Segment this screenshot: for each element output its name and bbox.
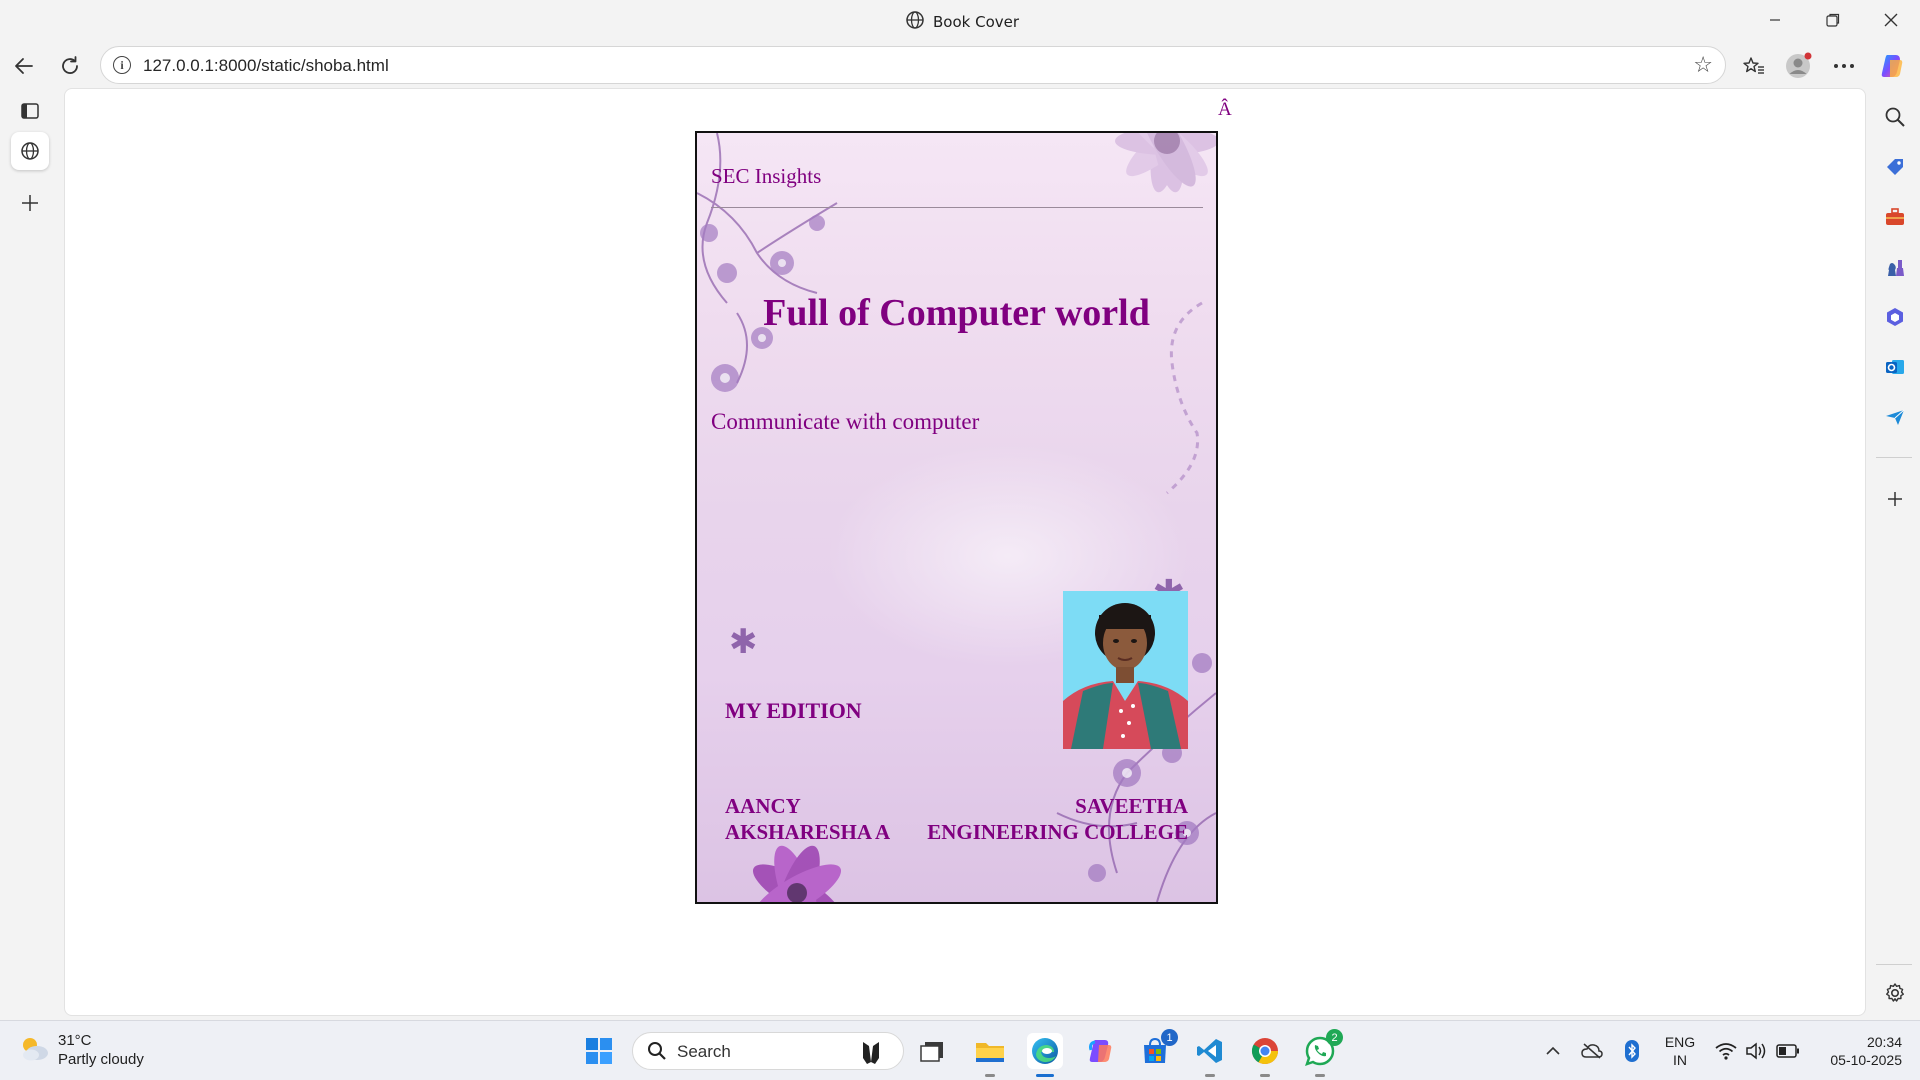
site-info-icon[interactable]: i xyxy=(113,56,131,74)
running-indicator xyxy=(1036,1074,1054,1077)
publisher-name: SEC Insights xyxy=(711,164,822,188)
clock[interactable]: 20:34 05-10-2025 xyxy=(1812,1033,1902,1069)
search-icon[interactable] xyxy=(1882,104,1908,130)
window-title: Book Cover xyxy=(905,10,1019,34)
back-icon[interactable] xyxy=(6,48,42,84)
taskbar: 31°C Partly cloudy Search 1 2 ENG IN 20:… xyxy=(0,1020,1920,1080)
author-name: AANCY AKSHARESHA A xyxy=(725,793,890,845)
weather-condition: Partly cloudy xyxy=(58,1051,144,1068)
partly-cloudy-icon xyxy=(18,1033,50,1067)
tab-book-cover[interactable] xyxy=(11,132,49,170)
book-subtitle: Communicate with computer xyxy=(711,409,980,434)
refresh-icon[interactable] xyxy=(52,48,88,84)
running-indicator xyxy=(985,1074,995,1077)
college-line-1: SAVEETHA xyxy=(1075,794,1188,818)
microsoft365-icon[interactable] xyxy=(1882,304,1908,330)
language-indicator[interactable]: ENG IN xyxy=(1660,1033,1700,1069)
taskbar-search[interactable]: Search xyxy=(632,1032,904,1070)
outlook-icon[interactable] xyxy=(1882,354,1908,380)
vscode-icon[interactable] xyxy=(1192,1033,1228,1077)
title-bar: Book Cover xyxy=(0,0,1920,40)
battery-icon[interactable] xyxy=(1770,1033,1806,1069)
favorites-icon[interactable] xyxy=(1736,48,1772,84)
close-button[interactable] xyxy=(1862,0,1920,40)
globe-icon xyxy=(905,10,925,34)
settings-icon[interactable] xyxy=(1882,980,1908,1006)
college-line-2: ENGINEERING COLLEGE xyxy=(927,820,1188,844)
copilot-icon[interactable] xyxy=(1082,1033,1118,1069)
sidebar-divider xyxy=(1876,964,1912,965)
running-indicator xyxy=(1260,1074,1270,1077)
book-title: Full of Computer world xyxy=(763,292,1150,334)
task-view-icon[interactable] xyxy=(914,1033,950,1069)
game-icon xyxy=(857,1038,885,1070)
stray-character: Â xyxy=(1218,99,1232,120)
profile-icon[interactable] xyxy=(1780,48,1816,84)
chrome-icon[interactable] xyxy=(1247,1033,1283,1077)
minimize-button[interactable] xyxy=(1746,0,1804,40)
maximize-button[interactable] xyxy=(1804,0,1862,40)
send-icon[interactable] xyxy=(1882,404,1908,430)
vertical-tabs-rail xyxy=(0,88,62,1018)
chess-icon[interactable] xyxy=(1882,254,1908,280)
author-line-2: AKSHARESHA A xyxy=(725,820,891,844)
tab-actions-icon[interactable] xyxy=(11,92,49,130)
weather-widget[interactable]: 31°C Partly cloudy xyxy=(18,1031,144,1069)
college-name: SAVEETHA ENGINEERING COLLEGE xyxy=(927,793,1188,845)
edge-sidebar xyxy=(1868,88,1920,1018)
store-icon[interactable]: 1 xyxy=(1137,1029,1178,1069)
weather-temp: 31°C xyxy=(58,1032,92,1049)
svg-text:✱: ✱ xyxy=(729,622,758,662)
header-rule xyxy=(711,207,1203,208)
page-viewport: Â ✱ SEC Insights Full of Computer world … xyxy=(64,88,1866,1016)
store-badge: 1 xyxy=(1161,1029,1178,1046)
whatsapp-icon[interactable]: 2 xyxy=(1302,1029,1343,1077)
url-text[interactable]: 127.0.0.1:8000/static/shoba.html xyxy=(143,56,389,76)
navigation-bar: i 127.0.0.1:8000/static/shoba.html ☆ xyxy=(0,44,1920,86)
running-indicator xyxy=(1205,1074,1215,1077)
chevron-up-icon[interactable] xyxy=(1535,1033,1571,1069)
add-icon[interactable] xyxy=(1882,486,1908,512)
search-icon xyxy=(647,1041,667,1065)
book-cover: ✱ ✱ xyxy=(695,131,1218,904)
running-indicator xyxy=(1315,1074,1325,1077)
new-tab-icon[interactable] xyxy=(11,184,49,222)
floral-decoration: ✱ ✱ xyxy=(697,133,1216,902)
edge-icon[interactable] xyxy=(1027,1033,1063,1077)
volume-icon[interactable] xyxy=(1738,1033,1774,1069)
start-icon[interactable] xyxy=(581,1033,617,1069)
author-line-1: AANCY xyxy=(725,794,801,818)
sidebar-divider xyxy=(1876,457,1912,458)
window-title-text: Book Cover xyxy=(933,13,1020,31)
address-bar[interactable]: i 127.0.0.1:8000/static/shoba.html ☆ xyxy=(100,46,1726,84)
clock-date: 05-10-2025 xyxy=(1830,1052,1902,1068)
language-line-1: ENG xyxy=(1664,1034,1696,1050)
copilot-icon[interactable] xyxy=(1874,48,1910,84)
more-icon[interactable] xyxy=(1826,48,1862,84)
bluetooth-icon[interactable] xyxy=(1614,1033,1650,1069)
favorite-star-icon[interactable]: ☆ xyxy=(1693,53,1713,78)
search-placeholder: Search xyxy=(677,1042,731,1061)
author-photo xyxy=(1063,591,1188,749)
edition-label: MY EDITION xyxy=(725,698,862,723)
whatsapp-badge: 2 xyxy=(1326,1029,1343,1046)
onedrive-offline-icon[interactable] xyxy=(1574,1033,1610,1069)
language-line-2: IN xyxy=(1673,1052,1687,1068)
toolbox-icon[interactable] xyxy=(1882,204,1908,230)
clock-time: 20:34 xyxy=(1866,1034,1902,1050)
tag-icon[interactable] xyxy=(1882,154,1908,180)
file-explorer-icon[interactable] xyxy=(972,1033,1008,1077)
